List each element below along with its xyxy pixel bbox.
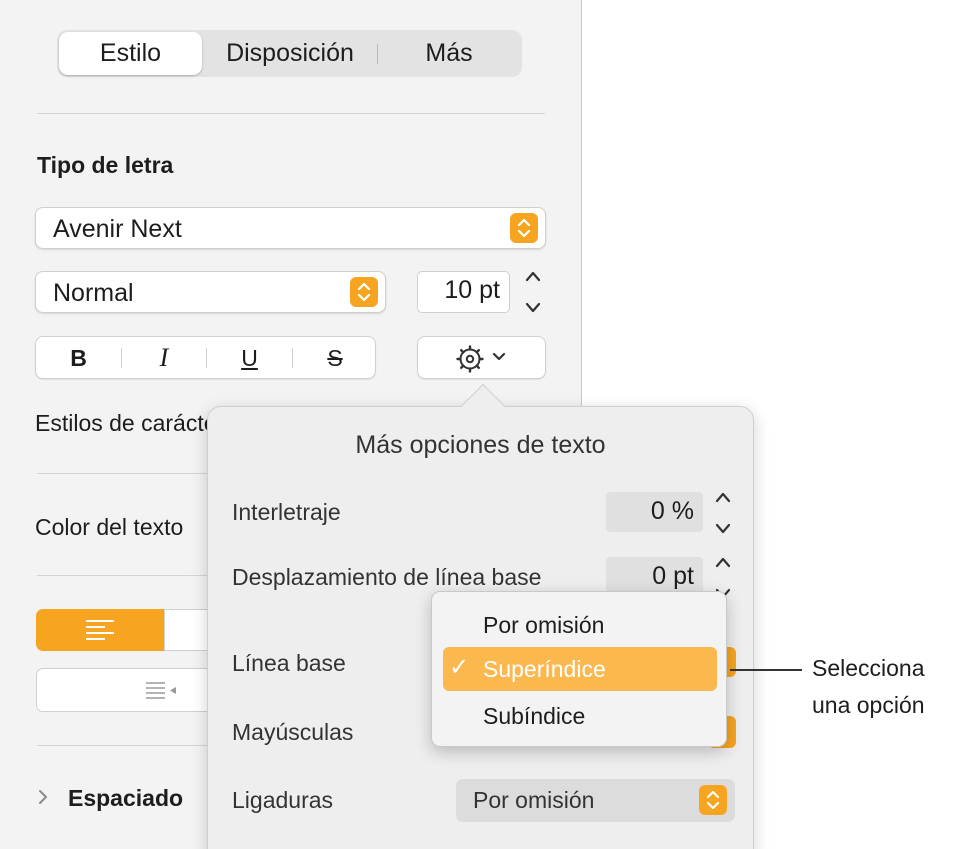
spacing-section-title[interactable]: Espaciado [68,785,183,812]
italic-button[interactable]: I [122,337,206,379]
menu-item-superscript[interactable]: ✓ Superíndice [443,647,717,691]
typeface-popup[interactable]: Normal [35,271,386,313]
chevron-updown-icon [510,213,538,243]
tab-more[interactable]: Más [378,32,520,75]
gear-icon [456,345,484,373]
baseline-label: Línea base [232,650,346,676]
bold-button[interactable]: B [36,337,121,379]
disclosure-chevron-icon[interactable] [37,789,49,805]
ligatures-popup[interactable]: Por omisión [456,779,735,822]
character-styles-label: Estilos de carácter [35,410,225,436]
indent-buttons [36,668,226,712]
baseline-shift-label: Desplazamiento de línea base [232,564,542,590]
menu-item-default[interactable]: Por omisión [483,612,604,639]
divider [37,113,545,114]
font-size-stepper[interactable] [521,270,545,314]
tracking-stepper[interactable] [711,491,735,535]
font-family-value: Avenir Next [53,215,182,243]
text-style-buttons: B I U S [35,336,376,379]
tracking-label: Interletraje [232,499,341,525]
more-text-options-button[interactable] [417,336,546,379]
strikethrough-button[interactable]: S [293,337,377,379]
baseline-menu: Por omisión ✓ Superíndice Subíndice [431,591,727,747]
capitalization-label: Mayúsculas [232,719,354,745]
font-family-popup[interactable]: Avenir Next [35,207,546,249]
chevron-up-icon[interactable] [715,556,731,568]
popover-title: Más opciones de texto [355,431,606,459]
align-left-button[interactable] [36,609,164,651]
popover-arrow [460,383,506,408]
callout-line [730,669,802,671]
decrease-indent-icon[interactable] [145,681,179,701]
chevron-down-icon[interactable] [715,523,731,535]
ligatures-label: Ligaduras [232,787,334,813]
font-size-field[interactable]: 10 pt [417,271,510,313]
ligatures-value: Por omisión [473,787,595,813]
typeface-value: Normal [53,279,134,307]
chevron-up-icon[interactable] [715,491,731,503]
menu-item-subscript[interactable]: Subíndice [483,703,585,730]
chevron-updown-icon [699,785,727,815]
underline-button[interactable]: U [207,337,292,379]
text-color-label: Color del texto [35,514,184,540]
callout-text-line-1: Selecciona [812,655,925,681]
chevron-down-icon[interactable] [525,302,541,314]
tracking-field[interactable]: 0 % [606,492,703,532]
menu-item-label: Superíndice [483,656,606,682]
chevron-up-icon[interactable] [525,270,541,282]
align-left-icon [86,620,114,640]
tab-bar: Estilo Disposición Más [57,30,522,77]
tab-style[interactable]: Estilo [59,32,202,75]
chevron-updown-icon [350,277,378,307]
font-section-title: Tipo de letra [37,152,174,178]
tab-arrange[interactable]: Disposición [205,32,375,75]
checkmark-icon: ✓ [449,654,470,681]
chevron-down-icon [492,352,506,361]
callout-text-line-2: una opción [812,692,925,718]
